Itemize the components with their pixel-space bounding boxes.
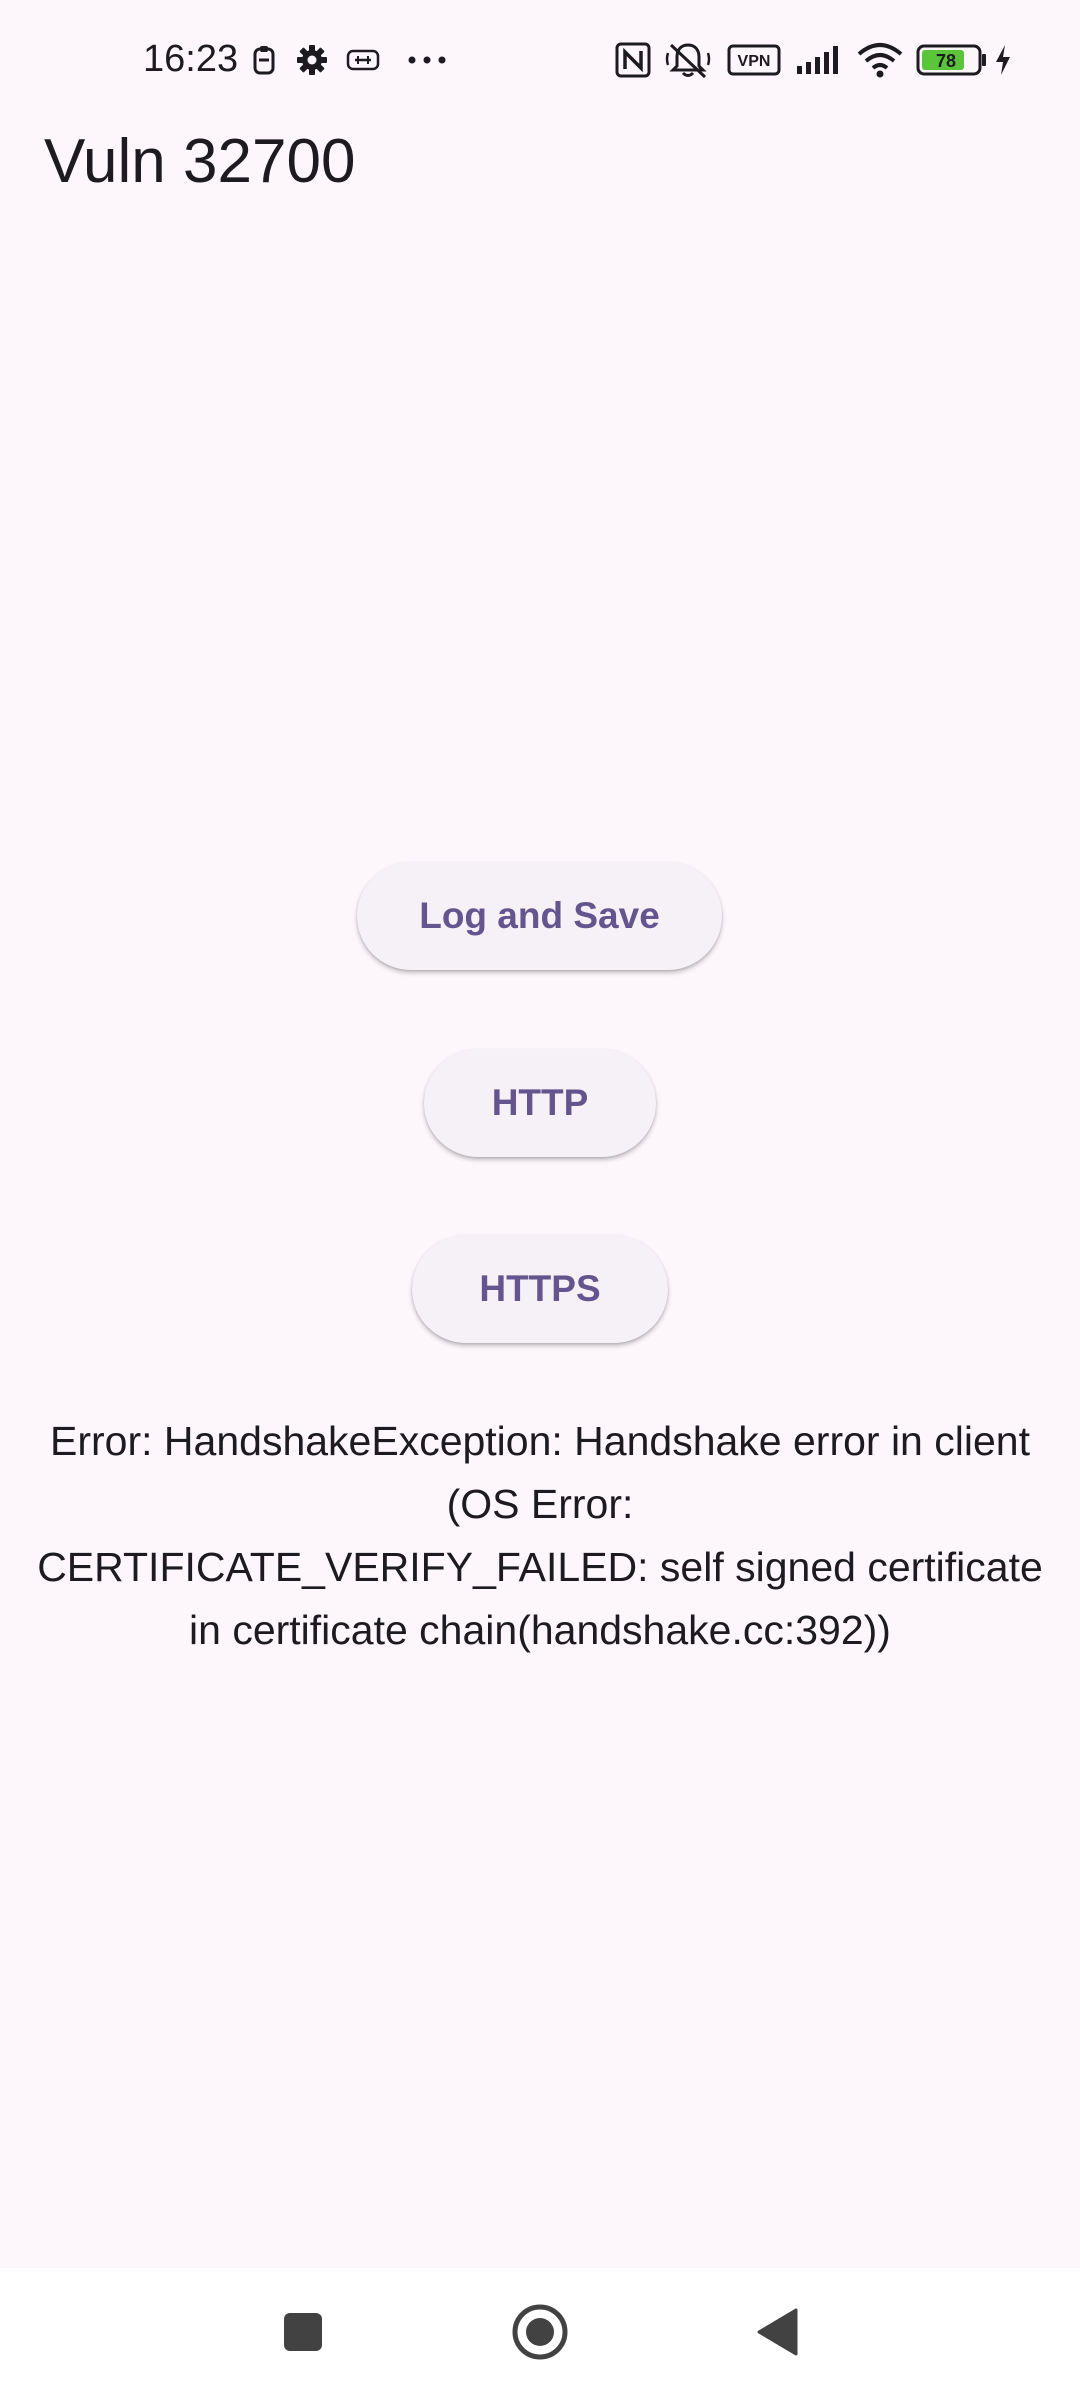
recents-square-icon <box>283 2312 323 2357</box>
more-dots-icon <box>404 40 450 80</box>
vpn-label: VPN <box>738 53 771 70</box>
status-time: 16:23 <box>143 38 239 80</box>
home-circle-icon <box>511 2303 569 2366</box>
clipboard-icon <box>250 40 278 80</box>
https-button[interactable]: HTTPS <box>412 1235 668 1343</box>
http-button[interactable]: HTTP <box>424 1049 656 1157</box>
wifi-icon <box>855 40 905 80</box>
home-button[interactable] <box>480 2268 600 2400</box>
page-title: Vuln 32700 <box>44 127 356 196</box>
signal-icon <box>794 40 844 80</box>
battery-icon: 78 <box>915 40 987 80</box>
nfc-icon <box>614 40 652 80</box>
error-line-1: Error: HandshakeException: Handshake err… <box>50 1418 1030 1464</box>
vibrate-mute-icon <box>664 40 712 80</box>
recents-button[interactable] <box>243 2268 363 2400</box>
back-triangle-icon <box>755 2307 799 2362</box>
status-bar: 16:23 VPN 78 <box>0 0 1080 120</box>
charging-icon <box>992 40 1014 80</box>
error-line-2: (OS Error: <box>446 1481 634 1527</box>
error-line-4: in certificate chain(handshake.cc:392)) <box>189 1607 891 1653</box>
navigation-bar <box>0 2268 1080 2400</box>
battery-level: 78 <box>936 51 956 71</box>
error-message: Error: HandshakeException: Handshake err… <box>0 1410 1080 1662</box>
back-button[interactable] <box>717 2268 837 2400</box>
error-line-3: CERTIFICATE_VERIFY_FAILED: self signed c… <box>37 1544 1043 1590</box>
log-and-save-button[interactable]: Log and Save <box>357 862 722 970</box>
app-screen: 16:23 VPN 78 Vuln 32700 Log and Save HTT… <box>0 0 1080 2400</box>
vpn-icon: VPN <box>726 40 782 80</box>
gear-icon <box>294 40 330 80</box>
screen-record-icon <box>345 40 381 80</box>
